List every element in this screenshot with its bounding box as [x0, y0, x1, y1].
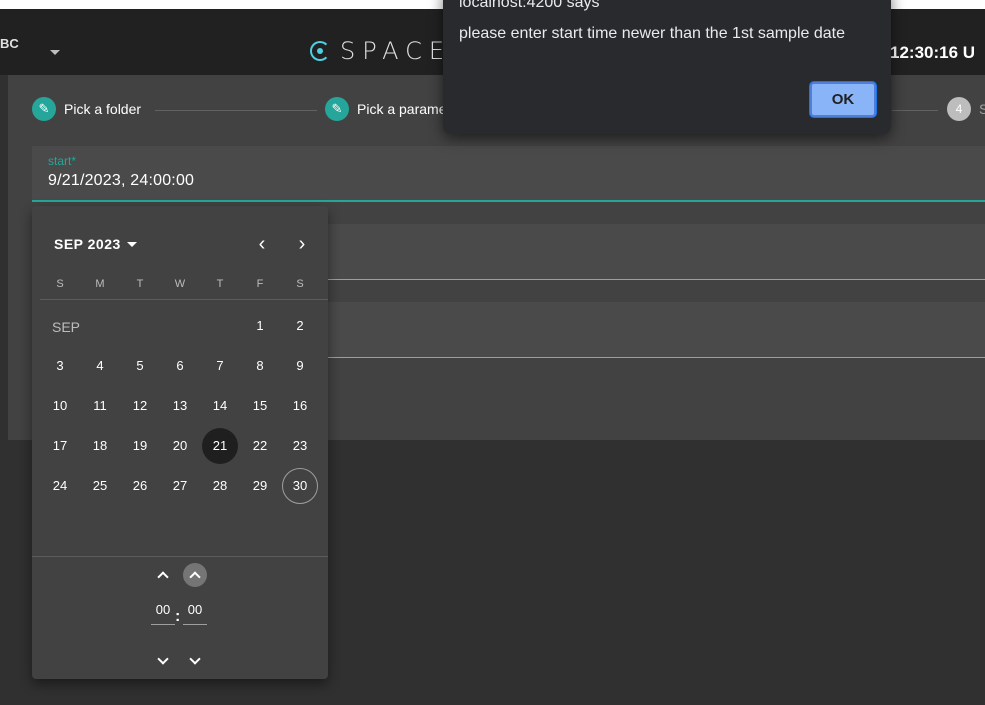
- period-button[interactable]: SEP 2023: [54, 236, 137, 252]
- weekday-header: S: [56, 278, 64, 290]
- chevron-left-icon: ‹: [258, 232, 266, 255]
- hour-down-button[interactable]: [151, 649, 175, 673]
- calendar-day[interactable]: 17: [42, 428, 78, 464]
- calendar-day[interactable]: 16: [282, 388, 318, 424]
- chevron-down-icon: [157, 653, 169, 665]
- calendar-day[interactable]: 25: [82, 468, 118, 504]
- minute-down-button[interactable]: [183, 649, 207, 673]
- minute-input[interactable]: 00: [183, 601, 207, 625]
- weekday-header: F: [256, 278, 264, 290]
- logo-ring-icon: [310, 41, 330, 61]
- weekday-header: S: [296, 278, 304, 290]
- calendar-day[interactable]: 30: [282, 468, 318, 504]
- toolbar-left-label: BC: [0, 36, 19, 51]
- calendar-day[interactable]: 22: [242, 428, 278, 464]
- datetime-picker: SEP 2023 ‹ › S M T W T F S SEP 123456789…: [32, 206, 328, 679]
- calendar-day[interactable]: 15: [242, 388, 278, 424]
- chevron-down-icon: [189, 653, 201, 665]
- chevron-up-icon: [189, 571, 201, 583]
- start-field-value[interactable]: 9/21/2023, 24:00:00: [48, 172, 194, 190]
- calendar-day[interactable]: 8: [242, 348, 278, 384]
- caret-down-icon: [126, 241, 137, 247]
- step-number-badge: 4: [947, 97, 971, 121]
- step-label: S: [979, 101, 985, 117]
- calendar-day[interactable]: 12: [122, 388, 158, 424]
- clock-display: 12:30:16 U: [890, 43, 976, 62]
- calendar-day[interactable]: 3: [42, 348, 78, 384]
- calendar-day[interactable]: 4: [82, 348, 118, 384]
- edit-icon: ✎: [32, 97, 56, 121]
- step-label: Pick a folder: [64, 101, 142, 117]
- alert-title: localhost:4200 says: [459, 0, 600, 11]
- weekday-header: W: [174, 278, 186, 290]
- calendar-day[interactable]: 21: [202, 428, 238, 464]
- start-field-label: start*: [48, 154, 77, 168]
- alert-message: please enter start time newer than the 1…: [459, 25, 845, 42]
- weekday-header: T: [216, 278, 224, 290]
- hour-input[interactable]: 00: [151, 601, 175, 625]
- time-separator: :: [175, 608, 181, 625]
- chevron-down-icon[interactable]: [50, 50, 60, 55]
- step-pick-parameter[interactable]: ✎ Pick a parame: [325, 97, 446, 121]
- weekday-header: T: [136, 278, 144, 290]
- step-connector: [155, 110, 317, 111]
- step-label: Pick a parame: [357, 101, 447, 117]
- calendar-day[interactable]: 7: [202, 348, 238, 384]
- ok-button[interactable]: OK: [810, 82, 876, 117]
- calendar-day[interactable]: 9: [282, 348, 318, 384]
- step-connector: [892, 110, 938, 111]
- calendar-day[interactable]: 23: [282, 428, 318, 464]
- calendar-day[interactable]: 29: [242, 468, 278, 504]
- calendar-day[interactable]: 2: [282, 308, 318, 344]
- period-label: SEP 2023: [54, 236, 121, 252]
- chevron-right-icon: ›: [298, 232, 306, 255]
- month-label: SEP: [52, 319, 81, 335]
- weekday-header: M: [95, 278, 105, 290]
- hour-up-button[interactable]: [151, 563, 175, 587]
- calendar-day[interactable]: 14: [202, 388, 238, 424]
- calendar-day[interactable]: 26: [122, 468, 158, 504]
- step-4[interactable]: 4 S: [947, 97, 985, 121]
- form-field-3[interactable]: [328, 302, 985, 358]
- form-field-2[interactable]: [328, 224, 985, 280]
- calendar-day[interactable]: 5: [122, 348, 158, 384]
- minute-up-button[interactable]: [183, 563, 207, 587]
- calendar-day[interactable]: 18: [82, 428, 118, 464]
- next-month-button[interactable]: ›: [290, 232, 314, 256]
- calendar-day[interactable]: 6: [162, 348, 198, 384]
- calendar-day[interactable]: 11: [82, 388, 118, 424]
- calendar-day[interactable]: 19: [122, 428, 158, 464]
- time-divider: [32, 556, 328, 557]
- alert-dialog: localhost:4200 says please enter start t…: [443, 0, 891, 134]
- calendar-day[interactable]: 24: [42, 468, 78, 504]
- calendar-day[interactable]: 27: [162, 468, 198, 504]
- chevron-up-icon: [157, 571, 169, 583]
- prev-month-button[interactable]: ‹: [250, 232, 274, 256]
- start-datetime-field[interactable]: start* 9/21/2023, 24:00:00: [32, 146, 985, 202]
- calendar-day[interactable]: 1: [242, 308, 278, 344]
- calendar-day[interactable]: 28: [202, 468, 238, 504]
- step-pick-folder[interactable]: ✎ Pick a folder: [32, 97, 141, 121]
- calendar-day[interactable]: 10: [42, 388, 78, 424]
- calendar-day[interactable]: 13: [162, 388, 198, 424]
- edit-icon: ✎: [325, 97, 349, 121]
- calendar-day[interactable]: 20: [162, 428, 198, 464]
- calendar-divider: [40, 299, 328, 300]
